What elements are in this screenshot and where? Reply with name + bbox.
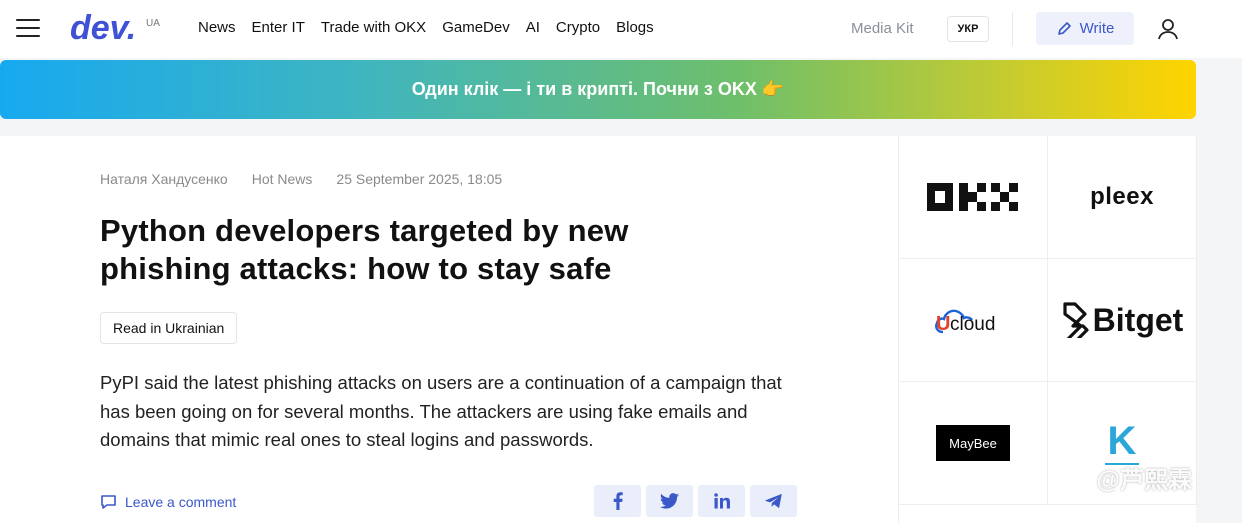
maybee-logo: MayBee <box>936 425 1010 461</box>
linkedin-share-button[interactable] <box>698 485 745 517</box>
nav-blogs[interactable]: Blogs <box>616 19 654 36</box>
watermark-text: @芦熙霖 <box>1096 467 1193 494</box>
user-icon[interactable] <box>1156 17 1180 41</box>
twitter-share-button[interactable] <box>646 485 693 517</box>
partner-ucloud[interactable]: U cloud <box>899 259 1048 382</box>
partner-bitget[interactable]: Bitget <box>1048 259 1197 382</box>
leave-comment-label: Leave a comment <box>125 493 237 510</box>
ucloud-logo: U cloud <box>935 309 995 335</box>
header-divider <box>1012 12 1013 46</box>
logo-suffix: UA <box>146 18 160 29</box>
article-container: Наталя Хандусенко Hot News 25 September … <box>0 136 898 523</box>
nav-enter-it[interactable]: Enter IT <box>252 19 305 36</box>
k-logo-text: K <box>1107 419 1137 463</box>
twitter-icon <box>660 493 679 509</box>
svg-text:U: U <box>936 313 950 335</box>
article-title: Python developers targeted by new phishi… <box>100 213 629 286</box>
write-label: Write <box>1079 20 1115 37</box>
language-switch[interactable]: УКР <box>947 16 989 42</box>
okx-logo <box>927 183 1018 211</box>
image-watermark: @芦熙霖 <box>1058 460 1192 495</box>
bitget-logo-text: Bitget <box>1092 301 1184 338</box>
share-buttons <box>594 485 797 517</box>
nav-crypto[interactable]: Crypto <box>556 19 600 36</box>
category-link[interactable]: Hot News <box>252 171 313 187</box>
promo-banner[interactable]: Один клік — і ти в крипті. Почни з OKX 👉 <box>0 60 1196 119</box>
nav-ai[interactable]: AI <box>526 19 540 36</box>
nav-gamedev[interactable]: GameDev <box>442 19 510 36</box>
nav-trade-okx[interactable]: Trade with OKX <box>321 19 426 36</box>
bitget-mark-icon <box>1063 302 1089 338</box>
maybee-logo-text: MayBee <box>949 435 997 451</box>
author-name[interactable]: Наталя Хандусенко <box>100 171 228 187</box>
pencil-icon <box>1057 21 1071 35</box>
write-button[interactable]: Write <box>1036 12 1134 45</box>
watermark-logo-icon <box>1059 473 1085 490</box>
nav-news[interactable]: News <box>198 19 236 36</box>
svg-text:cloud: cloud <box>950 314 995 335</box>
telegram-share-button[interactable] <box>750 485 797 517</box>
telegram-icon <box>764 493 782 509</box>
partner-okx[interactable] <box>899 136 1048 259</box>
linkedin-icon <box>713 493 730 509</box>
pleex-logo-text: pleex <box>1090 183 1154 210</box>
partner-maybee[interactable]: MayBee <box>899 382 1048 505</box>
main-nav: News Enter IT Trade with OKX GameDev AI … <box>198 19 670 36</box>
comment-icon <box>101 495 116 509</box>
facebook-share-button[interactable] <box>594 485 641 517</box>
article-meta: Наталя Хандусенко Hot News 25 September … <box>100 171 502 187</box>
menu-icon[interactable] <box>16 19 40 37</box>
media-kit-link[interactable]: Media Kit <box>851 20 914 37</box>
article-lead: PyPI said the latest phishing attacks on… <box>100 372 782 450</box>
leave-comment-link[interactable]: Leave a comment <box>100 493 236 510</box>
svg-text:dev.: dev. <box>70 10 136 46</box>
top-navigation-bar: dev. UA News Enter IT Trade with OKX Gam… <box>0 0 1242 58</box>
read-in-ukrainian-button[interactable]: Read in Ukrainian <box>100 312 238 344</box>
facebook-icon <box>613 492 623 510</box>
publish-date: 25 September 2025, 18:05 <box>336 171 503 187</box>
partner-pleex[interactable]: pleex <box>1048 136 1197 259</box>
